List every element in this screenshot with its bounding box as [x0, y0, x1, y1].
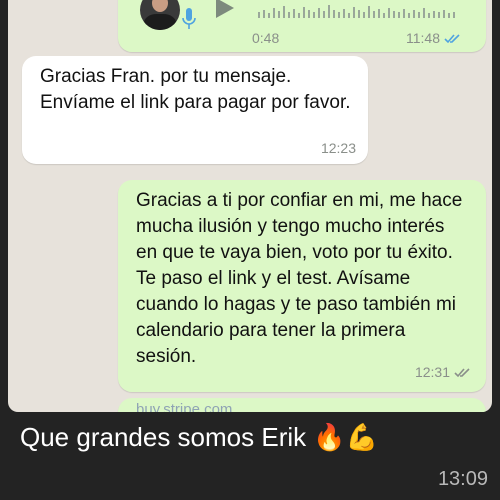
avatar	[140, 0, 180, 30]
double-check-icon	[454, 368, 470, 378]
caption: Que grandes somos Erik 🔥💪	[20, 422, 378, 453]
chat-area: 0:48 11:48 Gracias Fran. por tu mensaje.…	[8, 0, 492, 412]
fire-flexed-biceps-emoji-icon: 🔥💪	[313, 422, 379, 452]
outgoing-message-time: 12:31	[415, 364, 472, 380]
link-preview-text[interactable]: buy.stripe.com	[136, 401, 232, 412]
incoming-message-time: 12:23	[320, 140, 356, 156]
link-preview-bubble[interactable]: buy.stripe.com	[118, 398, 486, 412]
mic-icon	[182, 8, 196, 29]
voice-message-bubble[interactable]: 0:48 11:48	[118, 0, 486, 52]
incoming-message-bubble[interactable]: Gracias Fran. por tu mensaje. Envíame el…	[22, 56, 368, 164]
outgoing-message-bubble[interactable]: Gracias a ti por confiar en mi, me hace …	[118, 180, 486, 392]
incoming-message-text: Gracias Fran. por tu mensaje. Envíame el…	[40, 66, 351, 113]
voice-time-text: 11:48	[406, 30, 440, 46]
outgoing-message-text: Gracias a ti por confiar en mi, me hace …	[136, 190, 463, 367]
voice-time: 11:48	[406, 30, 462, 46]
play-icon[interactable]	[216, 0, 234, 18]
double-check-icon	[444, 34, 460, 44]
voice-duration: 0:48	[252, 30, 280, 46]
waveform[interactable]	[258, 0, 474, 20]
caption-text: Que grandes somos Erik	[20, 422, 307, 452]
outgoing-time-text: 12:31	[414, 364, 450, 380]
caption-time: 13:09	[437, 468, 488, 490]
